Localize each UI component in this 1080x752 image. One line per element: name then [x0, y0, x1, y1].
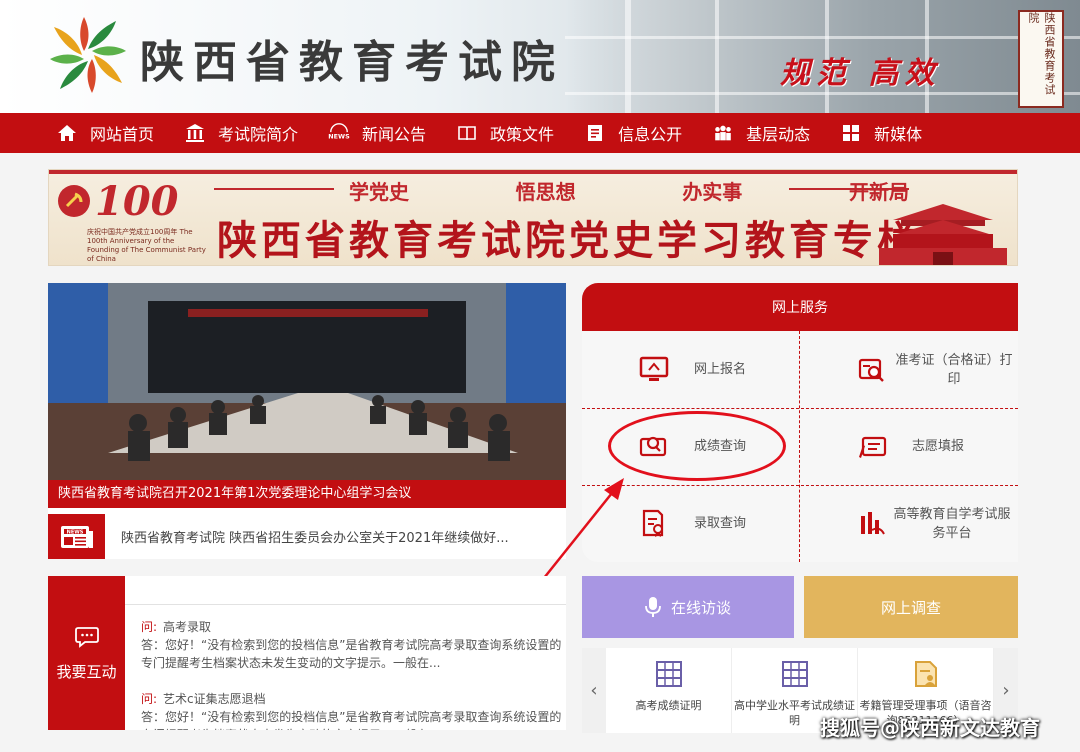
nav-item-policy[interactable]: 政策文件: [456, 113, 554, 153]
abacus-icon: [781, 661, 808, 687]
online-interview-button[interactable]: 在线访谈: [582, 576, 794, 638]
online-service-title: 网上服务: [582, 283, 1018, 331]
service-label: 志愿填报: [912, 439, 965, 454]
institute-plaque: 陕西省教育考试院: [1018, 10, 1064, 108]
id-card-search-icon: [852, 350, 892, 390]
microphone-icon: [645, 597, 661, 617]
banner-title: 陕西省教育考试院党史学习教育专栏: [217, 217, 921, 264]
people-icon: [712, 122, 734, 144]
plaque-text: 陕西省教育考试院: [1027, 12, 1056, 96]
chevron-left-icon: ‹: [590, 680, 598, 701]
tiananmen-icon: [879, 204, 1007, 265]
site-name: 陕西省教育考试院: [140, 37, 564, 88]
news-icon: NEWS: [328, 122, 350, 144]
nav-label: 信息公开: [618, 125, 683, 144]
service-label: 录取查询: [694, 516, 747, 531]
badge-number: 100: [95, 178, 179, 225]
qa-question: 问: 艺术c证集志愿退档: [141, 690, 563, 708]
nav-label: 考试院简介: [218, 125, 299, 144]
banner-slogans: 学党史 悟思想 办实事 开新局: [349, 176, 909, 205]
service-self-study-exam-platform[interactable]: 高等教育自学考试服务平台: [800, 485, 1018, 562]
qa-item[interactable]: 问: 高考录取 答：您好！“没有检索到您的投档信息”是省教育考试院高考录取查询系统…: [141, 618, 563, 672]
site-header: 陕西省教育考试院 规范 高效 陕西省教育考试院: [0, 0, 1080, 113]
news-photo[interactable]: [48, 283, 566, 480]
site-logo-icon[interactable]: [48, 14, 128, 96]
interaction-tab[interactable]: 我要互动: [48, 576, 125, 730]
service-admission-ticket-print[interactable]: 准考证（合格证）打印: [800, 331, 1018, 408]
interaction-panel: 我要互动 问: 高考录取 答：您好！“没有检索到您的投档信息”是省教育考试院高考录…: [48, 576, 566, 730]
main-nav: 网站首页 考试院简介 NEWS 新闻公告 政策文件 信息公开 基层动态 新媒体: [0, 113, 1080, 153]
document-icon: [584, 122, 606, 144]
service-label: 高等教育自学考试服务平台: [893, 506, 1011, 541]
chart-bars-icon: [852, 504, 892, 544]
grid-icon: [840, 122, 862, 144]
qa-question-prefix: 问:: [141, 692, 158, 706]
service-label: 准考证（合格证）打印: [895, 352, 1013, 387]
chevron-right-icon: ›: [1002, 680, 1010, 701]
online-interview-label: 在线访谈: [670, 598, 731, 617]
nav-item-home[interactable]: 网站首页: [56, 113, 154, 153]
header-slogan: 规范 高效: [780, 56, 941, 91]
nav-item-about[interactable]: 考试院简介: [184, 113, 298, 153]
qa-answer: 答：您好！“没有检索到您的投档信息”是省教育考试院高考录取查询系统设置的专门提醒…: [141, 710, 562, 730]
form-fill-icon: [852, 427, 892, 467]
banner-slogan-item: 办实事: [682, 180, 743, 204]
admission-search-icon: [634, 504, 674, 544]
page: 陕西省教育考试院 规范 高效 陕西省教育考试院 网站首页 考试院简介 NEWS …: [0, 0, 1080, 752]
interaction-divider: [125, 604, 566, 605]
online-survey-label: 网上调查: [880, 598, 941, 617]
svg-text:NEWS: NEWS: [328, 133, 350, 141]
interaction-tab-label: 我要互动: [56, 662, 117, 681]
svg-text:NEWS: NEWS: [66, 529, 83, 535]
badge-caption: 庆祝中国共产党成立100周年 The 100th Anniversary of …: [87, 228, 206, 263]
file-person-icon: [914, 661, 937, 687]
highlight-circle: [608, 411, 786, 481]
nav-label: 政策文件: [490, 125, 555, 144]
nav-item-disclosure[interactable]: 信息公开: [584, 113, 682, 153]
qa-question: 问: 高考录取: [141, 618, 563, 636]
qa-question-prefix: 问:: [141, 620, 158, 634]
banner-slogan-item: 悟思想: [515, 180, 576, 204]
banner-top-stripe: [49, 170, 1017, 174]
home-icon: [56, 122, 78, 144]
carousel-item-gaokao-score-certificate[interactable]: 高考成绩证明: [606, 648, 732, 733]
qa-question-text: 艺术c证集志愿退档: [163, 692, 266, 706]
service-label: 网上报名: [694, 362, 747, 377]
party-emblem-icon: [58, 185, 90, 217]
qa-answer: 答：您好！“没有检索到您的投档信息”是省教育考试院高考录取查询系统设置的专门提醒…: [141, 638, 562, 670]
banner-divider-left: [214, 188, 334, 190]
nav-label: 基层动态: [746, 125, 811, 144]
nav-item-news[interactable]: NEWS 新闻公告: [328, 113, 426, 153]
nav-item-new-media[interactable]: 新媒体: [840, 113, 922, 153]
monitor-icon: [634, 350, 674, 390]
news-photo-caption[interactable]: 陕西省教育考试院召开2021年第1次党委理论中心组学习会议: [48, 480, 566, 508]
nav-label: 新媒体: [874, 125, 923, 144]
newspaper-icon: NEWS: [48, 514, 105, 559]
news-list-item[interactable]: NEWS 陕西省教育考试院 陕西省招生委员会办公室关于2021年继续做好...: [48, 514, 566, 559]
carousel-prev-button[interactable]: ‹: [582, 648, 606, 733]
abacus-icon: [655, 661, 682, 687]
news-item-title: 陕西省教育考试院 陕西省招生委员会办公室关于2021年继续做好...: [121, 531, 509, 546]
banner-slogan-item: 学党史: [349, 180, 409, 204]
meeting-room-image: [48, 283, 566, 480]
book-icon: [456, 122, 478, 144]
carousel-item-label: 高考成绩证明: [635, 699, 702, 712]
nav-label: 新闻公告: [362, 125, 427, 144]
service-application-fill[interactable]: 志愿填报: [800, 408, 1018, 485]
qa-item[interactable]: 问: 艺术c证集志愿退档 答：您好！“没有检索到您的投档信息”是省教育考试院高考录…: [141, 690, 563, 730]
qa-question-text: 高考录取: [163, 620, 212, 634]
nav-item-grassroots[interactable]: 基层动态: [712, 113, 810, 153]
service-online-registration[interactable]: 网上报名: [582, 331, 800, 408]
building-icon: [184, 122, 206, 144]
anniversary-badge: 100 庆祝中国共产党成立100周年 The 100th Anniversary…: [57, 178, 207, 263]
party-history-banner[interactable]: 100 庆祝中国共产党成立100周年 The 100th Anniversary…: [48, 169, 1018, 266]
chat-bubble-icon: [74, 626, 99, 648]
watermark: 搜狐号@陕西新文达教育: [820, 716, 1040, 740]
nav-label: 网站首页: [90, 125, 155, 144]
news-panel: 陕西省教育考试院召开2021年第1次党委理论中心组学习会议 NEWS 陕西省教育…: [48, 283, 566, 559]
online-survey-button[interactable]: 网上调查: [804, 576, 1018, 638]
